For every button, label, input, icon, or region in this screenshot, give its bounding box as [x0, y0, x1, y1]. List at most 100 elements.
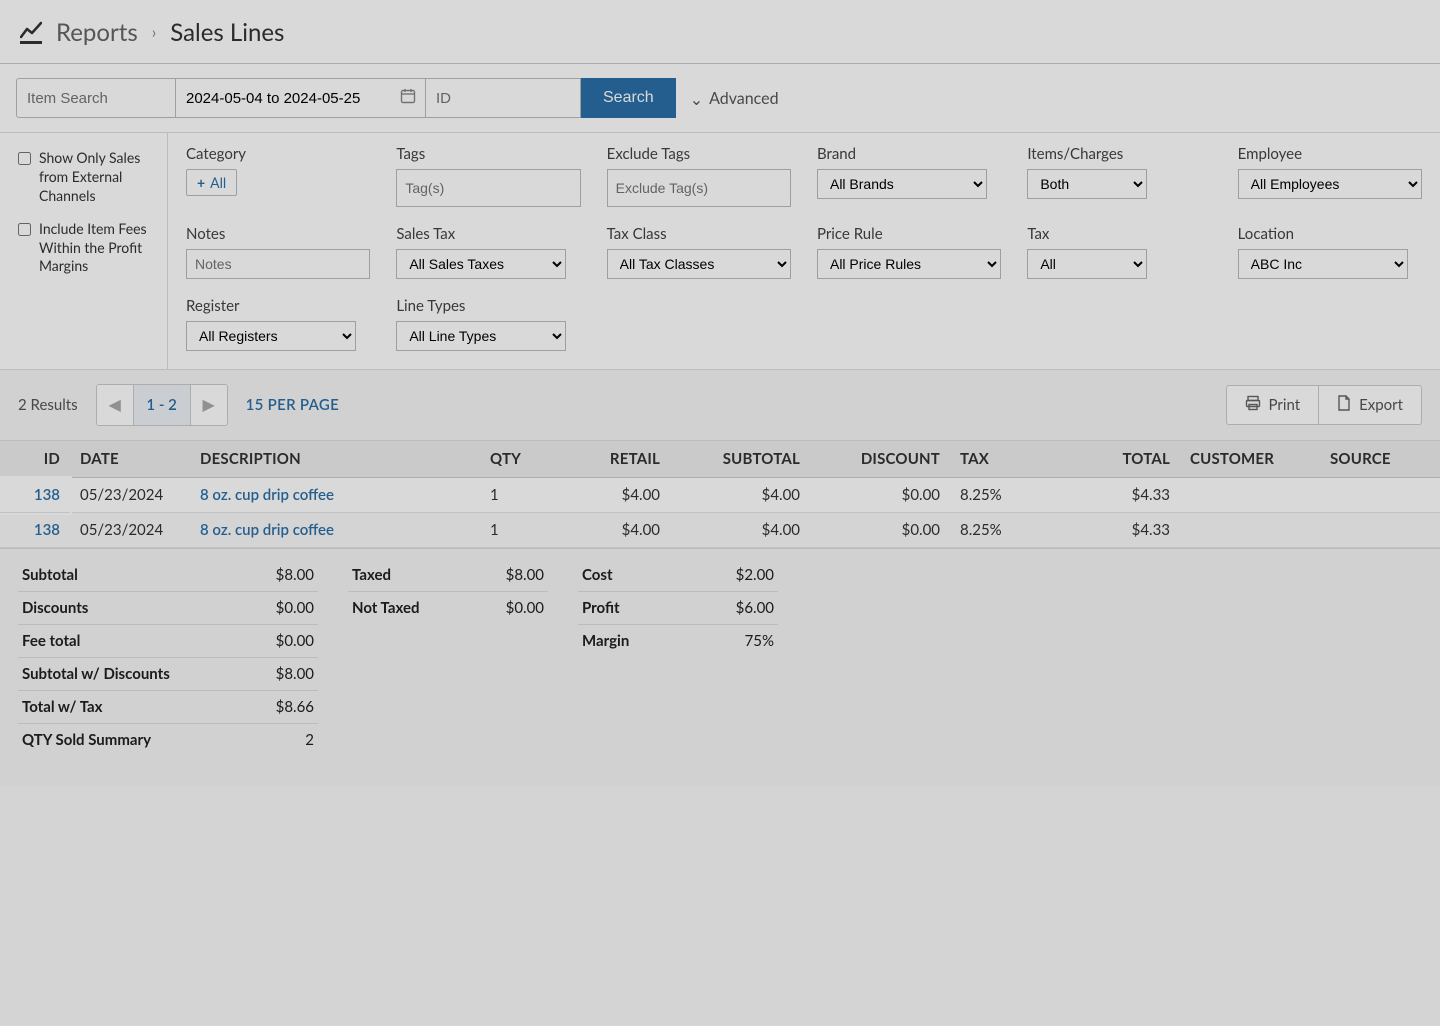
filter-notes-label: Notes — [186, 225, 370, 243]
filter-tax: Tax All — [1027, 225, 1211, 279]
filter-notes: Notes — [186, 225, 370, 279]
notes-input[interactable] — [186, 249, 370, 279]
filter-tax-class-label: Tax Class — [607, 225, 791, 243]
filter-sales-tax: Sales Tax All Sales Taxes — [396, 225, 580, 279]
th-discount[interactable]: DISCOUNT — [810, 441, 950, 478]
tags-input[interactable] — [396, 169, 580, 207]
table-row[interactable]: 13805/23/20248 oz. cup drip coffee1$4.00… — [0, 513, 1440, 548]
filter-category: Category + All — [186, 145, 370, 196]
page-title: Sales Lines — [170, 18, 284, 47]
line-types-select[interactable]: All Line Types — [396, 321, 566, 351]
location-select[interactable]: ABC Inc — [1238, 249, 1408, 279]
row-subtotal: $4.00 — [670, 513, 810, 548]
plus-icon: + — [197, 174, 205, 191]
sum-subdisc-value: $8.00 — [276, 665, 314, 683]
chevron-down-icon: ⌄ — [690, 90, 703, 109]
row-discount: $0.00 — [810, 513, 950, 548]
filter-sales-tax-label: Sales Tax — [396, 225, 580, 243]
filter-employee-label: Employee — [1238, 145, 1422, 163]
sum-cost-label: Cost — [582, 566, 613, 584]
th-tax[interactable]: TAX — [950, 441, 1040, 478]
sum-discounts-value: $0.00 — [276, 599, 314, 617]
tax-class-select[interactable]: All Tax Classes — [607, 249, 791, 279]
breadcrumb: Reports › Sales Lines — [0, 0, 1440, 64]
chart-line-icon — [20, 21, 42, 44]
th-retail[interactable]: RETAIL — [550, 441, 670, 478]
chk-include-item-fees-label: Include Item Fees Within the Profit Marg… — [39, 220, 155, 277]
sum-qtysold-value: 2 — [305, 731, 314, 749]
filter-register: Register All Registers — [186, 297, 370, 351]
per-page-link[interactable]: 15 PER PAGE — [246, 396, 339, 414]
chk-external-channels-input[interactable] — [18, 152, 31, 165]
th-customer[interactable]: CUSTOMER — [1180, 441, 1320, 478]
pager-current: 1 - 2 — [133, 385, 191, 425]
filter-line-types-label: Line Types — [396, 297, 580, 315]
row-discount: $0.00 — [810, 478, 950, 513]
th-subtotal[interactable]: SUBTOTAL — [670, 441, 810, 478]
summary-col-3: Cost$2.00 Profit$6.00 Margin75% — [578, 559, 778, 756]
sum-fee-label: Fee total — [22, 632, 80, 650]
advanced-toggle[interactable]: ⌄ Advanced — [690, 89, 779, 108]
item-search-input[interactable] — [16, 78, 176, 118]
filter-exclude-tags-label: Exclude Tags — [607, 145, 791, 163]
tax-select[interactable]: All — [1027, 249, 1147, 279]
results-count: 2 Results — [18, 396, 78, 414]
filter-price-rule: Price Rule All Price Rules — [817, 225, 1001, 279]
export-button[interactable]: Export — [1319, 385, 1422, 425]
print-icon — [1245, 395, 1261, 415]
sum-subtotal-label: Subtotal — [22, 566, 78, 584]
chk-include-item-fees-input[interactable] — [18, 223, 31, 236]
th-qty[interactable]: QTY — [480, 441, 550, 478]
filter-location: Location ABC Inc — [1238, 225, 1422, 279]
row-description-link[interactable]: 8 oz. cup drip coffee — [200, 521, 334, 539]
filter-tags-label: Tags — [396, 145, 580, 163]
items-charges-select[interactable]: Both — [1027, 169, 1147, 199]
th-source[interactable]: SOURCE — [1320, 441, 1440, 478]
search-button[interactable]: Search — [581, 78, 676, 118]
filter-items-charges: Items/Charges Both — [1027, 145, 1211, 199]
row-id-link[interactable]: 138 — [34, 486, 60, 504]
row-tax: 8.25% — [950, 513, 1040, 548]
chk-include-item-fees[interactable]: Include Item Fees Within the Profit Marg… — [18, 220, 155, 277]
filter-brand: Brand All Brands — [817, 145, 1001, 199]
filter-category-label: Category — [186, 145, 370, 163]
th-id[interactable]: ID — [0, 441, 70, 478]
chk-external-channels[interactable]: Show Only Sales from External Channels — [18, 149, 155, 206]
table-row[interactable]: 13805/23/20248 oz. cup drip coffee1$4.00… — [0, 478, 1440, 513]
summary-col-1: Subtotal$8.00 Discounts$0.00 Fee total$0… — [18, 559, 318, 756]
price-rule-select[interactable]: All Price Rules — [817, 249, 1001, 279]
sum-totaltax-label: Total w/ Tax — [22, 698, 102, 716]
row-description-link[interactable]: 8 oz. cup drip coffee — [200, 486, 334, 504]
pager-next[interactable]: ▶ — [191, 385, 227, 425]
print-button[interactable]: Print — [1226, 385, 1320, 425]
row-retail: $4.00 — [550, 478, 670, 513]
th-total[interactable]: TOTAL — [1040, 441, 1180, 478]
row-tax: 8.25% — [950, 478, 1040, 513]
results-bar: 2 Results ◀ 1 - 2 ▶ 15 PER PAGE Print Ex… — [0, 370, 1440, 441]
th-description[interactable]: DESCRIPTION — [190, 441, 480, 478]
pager-prev[interactable]: ◀ — [97, 385, 133, 425]
sales-tax-select[interactable]: All Sales Taxes — [396, 249, 566, 279]
row-qty: 1 — [480, 478, 550, 513]
register-select[interactable]: All Registers — [186, 321, 356, 351]
sum-profit-value: $6.00 — [736, 599, 774, 617]
exclude-tags-input[interactable] — [607, 169, 791, 207]
sum-taxed-label: Taxed — [352, 566, 391, 584]
sales-lines-table: ID DATE DESCRIPTION QTY RETAIL SUBTOTAL … — [0, 441, 1440, 548]
filter-brand-label: Brand — [817, 145, 1001, 163]
sum-cost-value: $2.00 — [736, 566, 774, 584]
sum-qtysold-label: QTY Sold Summary — [22, 731, 151, 749]
row-source — [1320, 478, 1440, 513]
export-icon — [1337, 395, 1351, 415]
filter-price-rule-label: Price Rule — [817, 225, 1001, 243]
date-range-input[interactable] — [176, 78, 426, 118]
th-date[interactable]: DATE — [70, 441, 190, 478]
breadcrumb-reports[interactable]: Reports — [56, 18, 138, 47]
row-id-link[interactable]: 138 — [34, 521, 60, 539]
sum-subtotal-value: $8.00 — [276, 566, 314, 584]
brand-select[interactable]: All Brands — [817, 169, 987, 199]
row-customer — [1180, 513, 1320, 548]
id-input[interactable] — [426, 78, 581, 118]
category-all-button[interactable]: + All — [186, 169, 237, 196]
employee-select[interactable]: All Employees — [1238, 169, 1422, 199]
